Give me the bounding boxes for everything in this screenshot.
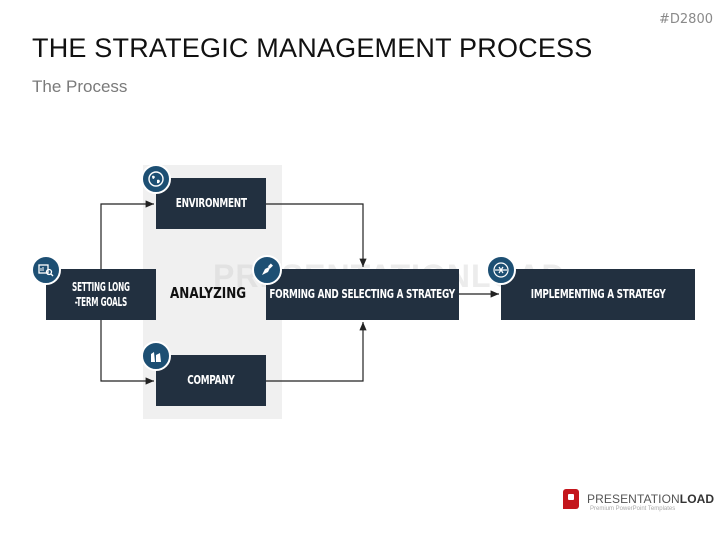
node-setting-goals-line2: -TERM GOALS: [74, 294, 128, 309]
node-implementing-strategy[interactable]: IMPLEMENTING A STRATEGY: [501, 269, 695, 320]
node-environment[interactable]: ENVIRONMENT: [156, 178, 266, 229]
arrows-converge-icon: [486, 255, 516, 285]
edge-company-forming: [266, 322, 367, 382]
logo-tagline: Premium PowerPoint Templates: [590, 506, 676, 512]
edge-environment-forming: [266, 203, 367, 267]
analyzing-label: ANALYZING: [170, 284, 247, 302]
edge-goals-environment: [100, 200, 154, 269]
pen-nib-icon: [252, 255, 282, 285]
factory-icon: [141, 341, 171, 371]
node-forming-strategy[interactable]: FORMING AND SELECTING A STRATEGY: [266, 269, 459, 320]
analytics-search-icon: [31, 255, 61, 285]
node-setting-goals-line1: SETTING LONG: [72, 279, 130, 294]
node-setting-goals[interactable]: SETTING LONG -TERM GOALS: [46, 269, 156, 320]
globe-icon: [141, 164, 171, 194]
node-company[interactable]: COMPANY: [156, 355, 266, 406]
logo-mark-icon: [563, 489, 579, 509]
